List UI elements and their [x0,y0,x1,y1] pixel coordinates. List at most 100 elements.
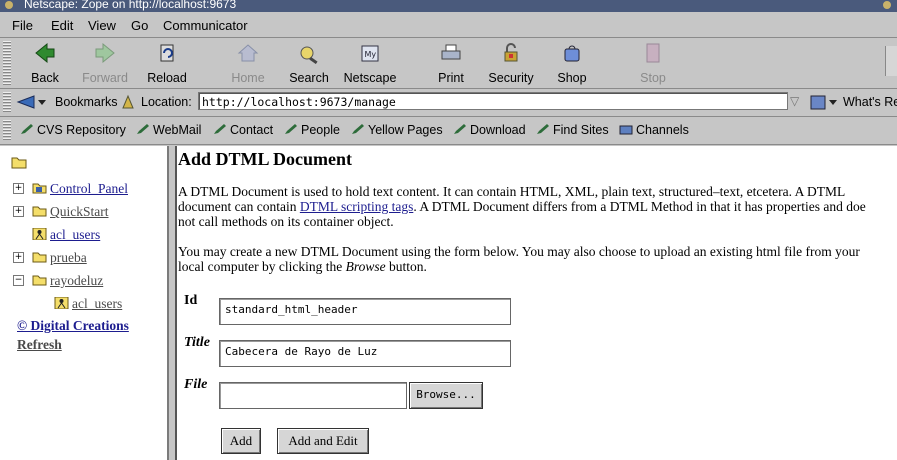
bookmarks-button[interactable]: Bookmarks [55,95,118,109]
security-button[interactable]: Security [481,42,541,86]
expand-prueba[interactable]: + [13,252,24,263]
tree-link-acl-users[interactable]: acl_users [50,227,100,242]
tree-item-control-panel[interactable]: Control_Panel [32,181,128,197]
menu-communicator[interactable]: Communicator [163,18,248,33]
stop-button[interactable]: Stop [623,42,683,86]
whats-related-button[interactable]: What's Re [843,95,897,109]
back-arrow-icon [35,42,55,64]
file-input[interactable] [219,382,407,409]
intro-paragraph: A DTML Document is used to hold text con… [178,184,897,229]
netscape-button[interactable]: My Netscape [340,42,400,86]
tree-link-quickstart[interactable]: QuickStart [50,204,109,219]
print-button[interactable]: Print [421,42,481,86]
svg-text:My: My [365,50,377,59]
dtml-scripting-tags-link[interactable]: DTML scripting tags [300,199,413,214]
copyright-text[interactable]: © Digital Creations [17,318,129,333]
menu-view[interactable]: View [88,18,116,33]
home-button[interactable]: Home [218,42,278,86]
url-dropdown-icon[interactable]: ▽ [790,94,799,108]
toolbar-grip[interactable] [3,41,11,85]
bookmark-contact[interactable]: Contact [213,123,273,137]
bookmark-download[interactable]: Download [453,123,526,137]
menu-edit[interactable]: Edit [51,18,73,33]
tree-item-rayodeluz-acl-users[interactable]: acl_users [54,296,122,312]
search-button[interactable]: Search [279,42,339,86]
add-button[interactable]: Add [221,428,261,454]
bookmark-find-sites[interactable]: Find Sites [536,123,609,137]
collapse-rayodeluz[interactable]: − [13,275,24,286]
window-close-icon[interactable] [883,1,891,9]
browse-emphasis: Browse [345,259,386,274]
folder-icon [32,206,47,217]
bookmark-icon [285,124,297,134]
netscape-label: Netscape [343,71,397,85]
search-label: Search [289,71,329,85]
expand-control-panel[interactable]: + [13,183,24,194]
menu-go[interactable]: Go [131,18,148,33]
window-title: Netscape: Zope on http://localhost:9673 [24,0,237,11]
window-menu-icon[interactable] [5,1,13,9]
main-content-frame: Add DTML Document A DTML Document is use… [177,146,897,460]
tree-item-acl-users[interactable]: acl_users [32,227,100,243]
bookmark-label: Contact [230,123,274,137]
tree-link-prueba[interactable]: prueba [50,250,87,265]
bookmark-yellow-pages[interactable]: Yellow Pages [351,123,443,137]
user-folder-icon [54,297,69,309]
home-icon [237,44,259,62]
forward-arrow-icon [95,42,115,64]
tree-link-rayodeluz-acl-users[interactable]: acl_users [72,296,122,311]
intro-line-1: A DTML Document is used to hold text con… [178,184,846,199]
browse-button[interactable]: Browse... [409,382,483,409]
bookmark-cvs-repository[interactable]: CVS Repository [20,123,126,137]
location-proxy-icon[interactable] [121,94,135,110]
channels-icon [619,125,633,135]
tree-item-rayodeluz[interactable]: rayodeluz [32,273,103,289]
shop-button[interactable]: Shop [542,42,602,86]
refresh-link[interactable]: Refresh [17,337,62,353]
control-panel-icon [32,183,47,194]
location-grip[interactable] [3,92,11,113]
menu-bar: File Edit View Go Communicator [0,13,897,38]
refresh-text[interactable]: Refresh [17,337,62,352]
digital-creations-link[interactable]: © Digital Creations [17,318,129,334]
bookmark-webmail[interactable]: WebMail [136,123,201,137]
reload-button[interactable]: Reload [137,42,197,86]
menu-file[interactable]: File [12,18,33,33]
upload-paragraph: You may create a new DTML Document using… [178,244,897,274]
tree-link-rayodeluz[interactable]: rayodeluz [50,273,103,288]
intro-text: . A DTML Document differs from a DTML Me… [413,199,866,214]
bookmark-icon [21,124,33,134]
bookmarks-icon[interactable] [16,94,48,110]
shop-label: Shop [557,71,587,85]
upload-text: button. [385,259,427,274]
tree-item-prueba[interactable]: prueba [32,250,87,266]
stop-label: Stop [640,71,666,85]
forward-button[interactable]: Forward [75,42,135,86]
title-input[interactable]: Cabecera de Rayo de Luz [219,340,511,367]
frame-divider[interactable] [169,146,177,460]
url-input[interactable]: http://localhost:9673/manage [198,92,788,110]
upload-line-2: local computer by clicking the Browse bu… [178,259,897,274]
bookmark-people[interactable]: People [284,123,340,137]
tree-item-quickstart[interactable]: QuickStart [32,204,109,220]
window-title-bar[interactable]: Netscape: Zope on http://localhost:9673 [0,0,897,12]
root-folder-icon[interactable] [11,156,27,169]
home-label: Home [231,71,265,85]
expand-quickstart[interactable]: + [13,206,24,217]
bookmark-label: Channels [636,123,689,137]
back-button[interactable]: Back [15,42,75,86]
id-input[interactable]: standard_html_header [219,298,511,325]
file-label: File [184,377,208,392]
add-and-edit-button[interactable]: Add and Edit [277,428,369,454]
whats-related-icon[interactable] [809,94,839,111]
bookmark-icon [454,124,466,134]
personal-toolbar: CVS Repository WebMail Contact People Ye… [0,117,897,145]
tree-link-control-panel[interactable]: Control_Panel [50,181,128,196]
search-icon [300,46,318,64]
personal-grip[interactable] [3,120,11,141]
netscape-icon: My [361,45,379,62]
stop-icon [646,43,660,63]
bookmark-label: Find Sites [553,123,609,137]
bookmark-label: Download [470,123,526,137]
bookmark-channels[interactable]: Channels [619,123,689,137]
